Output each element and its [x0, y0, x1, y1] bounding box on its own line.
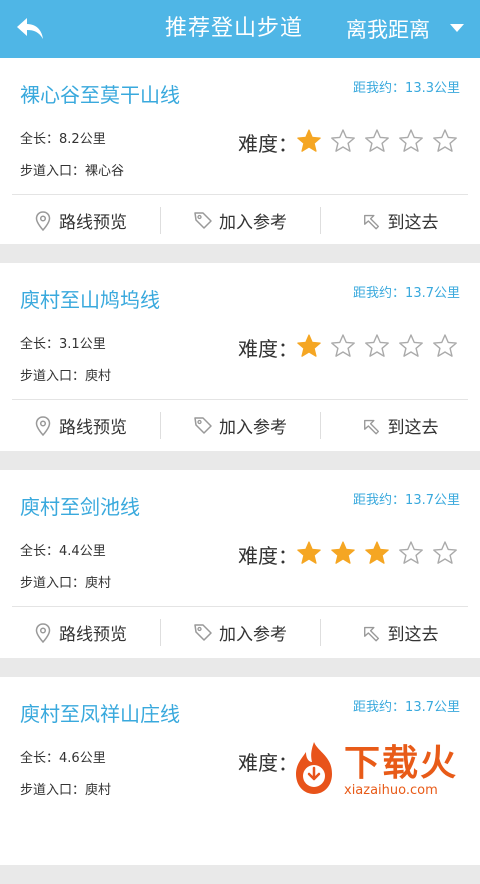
route-preview-button[interactable]: 路线预览	[0, 400, 160, 451]
trail-card[interactable]: 庾村至山鸠坞线 距我约：13.7公里 全长：3.1公里 步道入口：庾村 难度： …	[0, 263, 480, 451]
difficulty-stars	[296, 333, 458, 363]
trail-length: 全长：4.4公里	[20, 543, 106, 561]
trail-entry: 步道入口：庾村	[20, 782, 111, 800]
navigate-button[interactable]: 到这去	[320, 195, 480, 246]
route-preview-label: 路线预览	[59, 625, 127, 645]
length-value: 4.4公里	[59, 544, 106, 559]
tag-icon	[194, 623, 212, 641]
chevron-down-icon[interactable]	[450, 24, 464, 32]
back-arrow-icon	[17, 18, 43, 39]
length-value: 4.6公里	[59, 751, 106, 766]
watermark-url: xiazaihuo.com	[344, 783, 438, 798]
add-reference-button[interactable]: 加入参考	[160, 400, 320, 451]
navigate-label: 到这去	[387, 625, 439, 645]
flame-logo-icon	[296, 742, 332, 794]
trail-distance: 距我约：13.7公里	[353, 286, 460, 301]
navigate-arrow-icon	[363, 419, 379, 434]
add-reference-button[interactable]: 加入参考	[160, 195, 320, 246]
trail-card[interactable]: 庾村至剑池线 距我约：13.7公里 全长：4.4公里 步道入口：庾村 难度： 路…	[0, 470, 480, 658]
navigate-arrow-icon	[363, 214, 379, 229]
add-reference-label: 加入参考	[219, 418, 287, 438]
difficulty-label: 难度：	[238, 132, 298, 156]
length-value: 3.1公里	[59, 337, 106, 352]
difficulty-stars	[296, 128, 458, 158]
route-preview-label: 路线预览	[59, 213, 127, 233]
trail-card[interactable]: 裸心谷至莫干山线 距我约：13.3公里 全长：8.2公里 步道入口：裸心谷 难度…	[0, 58, 480, 244]
star-empty-icon	[365, 129, 389, 152]
star-filled-icon	[365, 541, 389, 564]
star-empty-icon	[331, 334, 355, 357]
navigate-label: 到这去	[387, 213, 439, 233]
star-empty-icon	[331, 129, 355, 152]
location-pin-icon	[35, 622, 51, 643]
trail-length: 全长：8.2公里	[20, 131, 106, 149]
page-title: 推荐登山步道	[165, 16, 304, 41]
star-filled-icon	[297, 541, 321, 564]
watermark-brand: 下载火	[344, 743, 459, 784]
entry-label: 步道入口：	[20, 576, 86, 591]
back-button[interactable]	[12, 11, 48, 47]
add-reference-label: 加入参考	[219, 213, 287, 233]
app-header: 推荐登山步道 离我距离	[0, 0, 480, 58]
length-label: 全长：	[20, 544, 60, 559]
star-empty-icon	[399, 541, 423, 564]
star-filled-icon	[331, 541, 355, 564]
entry-value: 庾村	[85, 369, 112, 384]
entry-value: 庾村	[85, 576, 112, 591]
trail-name[interactable]: 庾村至剑池线	[20, 494, 140, 520]
trail-distance: 距我约：13.3公里	[353, 81, 460, 96]
difficulty-stars	[296, 540, 458, 570]
star-empty-icon	[365, 334, 389, 357]
navigate-label: 到这去	[387, 418, 439, 438]
location-pin-icon	[35, 210, 51, 231]
navigate-button[interactable]: 到这去	[320, 400, 480, 451]
trail-name[interactable]: 庾村至山鸠坞线	[20, 287, 160, 313]
entry-value: 裸心谷	[85, 164, 125, 179]
trail-distance: 距我约：13.7公里	[353, 493, 460, 508]
trail-name[interactable]: 庾村至凤祥山庄线	[20, 701, 180, 727]
card-actions: 路线预览 加入参考 到这去	[0, 607, 480, 658]
entry-label: 步道入口：	[20, 369, 86, 384]
trail-length: 全长：3.1公里	[20, 336, 106, 354]
trail-entry: 步道入口：裸心谷	[20, 163, 124, 181]
difficulty-label: 难度：	[238, 544, 298, 568]
entry-label: 步道入口：	[20, 164, 86, 179]
location-pin-icon	[35, 415, 51, 436]
card-actions: 路线预览 加入参考 到这去	[0, 400, 480, 451]
length-label: 全长：	[20, 337, 60, 352]
add-reference-label: 加入参考	[219, 625, 287, 645]
tag-icon	[194, 416, 212, 434]
difficulty-label: 难度：	[238, 337, 298, 361]
length-label: 全长：	[20, 132, 60, 147]
tag-icon	[194, 211, 212, 229]
length-label: 全长：	[20, 751, 60, 766]
star-empty-icon	[399, 334, 423, 357]
add-reference-button[interactable]: 加入参考	[160, 607, 320, 658]
trail-entry: 步道入口：庾村	[20, 575, 111, 593]
star-empty-icon	[433, 541, 457, 564]
route-preview-button[interactable]: 路线预览	[0, 607, 160, 658]
length-value: 8.2公里	[59, 132, 106, 147]
sort-dropdown[interactable]: 离我距离	[346, 16, 430, 44]
trail-name[interactable]: 裸心谷至莫干山线	[20, 82, 180, 108]
card-actions: 路线预览 加入参考 到这去	[0, 195, 480, 246]
star-empty-icon	[433, 129, 457, 152]
trail-distance: 距我约：13.7公里	[353, 700, 460, 715]
watermark: 下载火 xiazaihuo.com	[282, 736, 480, 800]
navigate-arrow-icon	[363, 626, 379, 641]
trail-entry: 步道入口：庾村	[20, 368, 111, 386]
navigate-button[interactable]: 到这去	[320, 607, 480, 658]
star-filled-icon	[297, 334, 321, 357]
star-empty-icon	[433, 334, 457, 357]
entry-value: 庾村	[85, 783, 112, 798]
entry-label: 步道入口：	[20, 783, 86, 798]
star-filled-icon	[297, 129, 321, 152]
route-preview-label: 路线预览	[59, 418, 127, 438]
trail-length: 全长：4.6公里	[20, 750, 106, 768]
route-preview-button[interactable]: 路线预览	[0, 195, 160, 246]
star-empty-icon	[399, 129, 423, 152]
